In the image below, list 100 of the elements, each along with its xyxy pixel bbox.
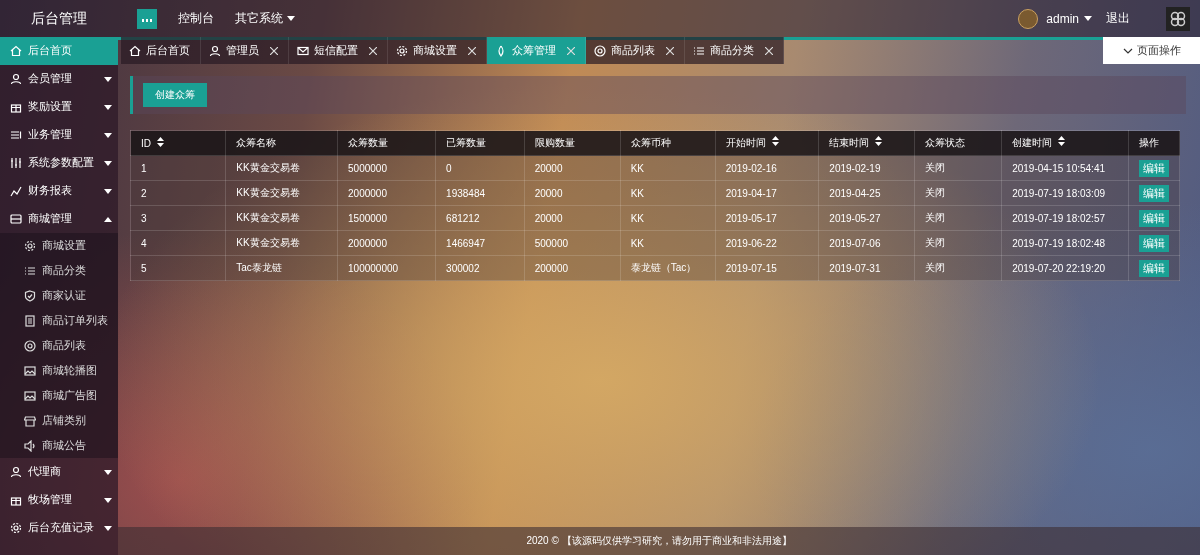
sidebar-item[interactable]: 代理商 — [0, 458, 118, 486]
home-icon — [129, 44, 141, 57]
table-cell: 681212 — [435, 205, 525, 231]
sort-icon — [875, 136, 883, 146]
table-cell: 关闭 — [914, 255, 1002, 281]
table-cell: 2019-07-06 — [818, 230, 915, 256]
person-icon — [10, 466, 22, 478]
tab[interactable]: 商品分类 — [685, 37, 784, 64]
caret-icon — [1084, 16, 1092, 21]
table-cell: 关闭 — [914, 180, 1002, 206]
table-cell: 1466947 — [435, 230, 525, 256]
table-cell: 1938484 — [435, 180, 525, 206]
person-icon — [209, 44, 221, 57]
chevron-icon — [1122, 47, 1133, 54]
logout-link[interactable]: 退出 — [1106, 10, 1130, 27]
caret-icon — [104, 216, 112, 222]
sidebar-subitem[interactable]: 商城设置 — [0, 233, 118, 258]
sidebar-item[interactable]: 会员管理 — [0, 65, 118, 93]
tab[interactable]: 短信配置 — [289, 37, 388, 64]
nav-link[interactable]: 其它系统 — [235, 10, 295, 27]
sidebar-subitem[interactable]: 商品分类 — [0, 258, 118, 283]
tab[interactable]: 管理员 — [201, 37, 289, 64]
sidebar-subitem[interactable]: 店铺类别 — [0, 408, 118, 433]
column-header[interactable]: 结束时间 — [818, 130, 915, 156]
sidebar-subitem[interactable]: 商家认证 — [0, 283, 118, 308]
menu-toggle-button[interactable] — [137, 8, 157, 29]
column-header: 众筹名称 — [225, 130, 338, 156]
table-cell: 关闭 — [914, 230, 1002, 256]
tab[interactable]: 商品列表 — [586, 37, 685, 64]
nav-link[interactable]: 控制台 — [178, 10, 214, 27]
envelope-icon — [297, 44, 309, 57]
table-cell: 1500000 — [337, 205, 436, 231]
footer-text: 2020 © 【该源码仅供学习研究，请勿用于商业和非法用途】 — [118, 527, 1200, 555]
sidebar-subitem[interactable]: 商城轮播图 — [0, 358, 118, 383]
menu-icon — [142, 18, 152, 22]
gear-icon — [10, 522, 22, 534]
table-cell: KK黄金交易卷 — [225, 180, 338, 206]
column-header: 限购数量 — [524, 130, 621, 156]
circle-icon — [24, 339, 36, 352]
tab[interactable]: 后台首页 — [121, 37, 201, 64]
table-cell: KK — [620, 205, 716, 231]
tab[interactable]: 商城设置 — [388, 37, 487, 64]
column-header: 众筹状态 — [914, 130, 1002, 156]
table-cell: 关闭 — [914, 205, 1002, 231]
caret-icon — [104, 497, 112, 503]
caret-icon — [287, 16, 295, 21]
table-cell: KK — [620, 230, 716, 256]
sidebar-subitem[interactable]: 商城广告图 — [0, 383, 118, 408]
table-cell: 4 — [130, 230, 226, 256]
table-cell: 100000000 — [337, 255, 436, 281]
table-cell: 2019-02-19 — [818, 155, 915, 181]
table-cell: 泰龙链（Tac） — [620, 255, 716, 281]
image-icon — [24, 389, 36, 402]
sidebar-item[interactable]: 奖励设置 — [0, 93, 118, 121]
caret-icon — [104, 160, 112, 166]
table-cell: 关闭 — [914, 155, 1002, 181]
circle-icon — [594, 44, 606, 57]
sidebar-subitem[interactable]: 商品订单列表 — [0, 308, 118, 333]
sidebar-item[interactable]: 系统参数配置 — [0, 149, 118, 177]
column-header[interactable]: 创建时间 — [1001, 130, 1129, 156]
store-icon — [10, 213, 22, 225]
image-icon — [24, 364, 36, 377]
shield-icon — [24, 289, 36, 302]
table-cell: KK — [620, 155, 716, 181]
list-icon — [10, 129, 22, 141]
table-cell: 300002 — [435, 255, 525, 281]
sidebar-subitem[interactable]: 商城公告 — [0, 433, 118, 458]
column-header: 众筹数量 — [337, 130, 436, 156]
table-cell: 2000000 — [337, 180, 436, 206]
table-cell: 5 — [130, 255, 226, 281]
table-cell: KK黄金交易卷 — [225, 155, 338, 181]
page-actions-button[interactable]: 页面操作 — [1103, 37, 1200, 64]
avatar-icon — [1018, 8, 1039, 29]
column-header[interactable]: 开始时间 — [715, 130, 819, 156]
table-cell: 20000 — [524, 180, 621, 206]
sidebar-item[interactable]: 牧场管理 — [0, 486, 118, 514]
sidebar-item[interactable]: 后台充值记录 — [0, 514, 118, 542]
sort-icon — [157, 137, 164, 147]
sort-icon — [1058, 136, 1066, 146]
sort-icon — [771, 136, 779, 146]
column-header[interactable]: ID — [130, 130, 226, 156]
sidebar-item[interactable]: 商城管理 — [0, 205, 118, 233]
sliders-icon — [10, 157, 22, 169]
sidebar-item[interactable]: 财务报表 — [0, 177, 118, 205]
table-cell: 2019-07-15 — [715, 255, 819, 281]
sidebar-subitem[interactable]: 商品列表 — [0, 333, 118, 358]
list-icon — [693, 44, 705, 57]
table-cell: 2019-04-15 10:54:41 — [1001, 155, 1129, 181]
sidebar-item[interactable]: 业务管理 — [0, 121, 118, 149]
user-menu[interactable]: admin — [1046, 11, 1092, 26]
table-cell: 2019-05-17 — [715, 205, 819, 231]
column-header: 已筹数量 — [435, 130, 525, 156]
table-cell: 2019-04-25 — [818, 180, 915, 206]
caret-icon — [104, 525, 112, 531]
caret-icon — [104, 76, 112, 82]
list-icon — [24, 264, 36, 277]
app-title: 后台管理 — [30, 9, 88, 28]
table-cell: 3 — [130, 205, 226, 231]
table-cell: 2019-06-22 — [715, 230, 819, 256]
column-header: 众筹币种 — [620, 130, 716, 156]
